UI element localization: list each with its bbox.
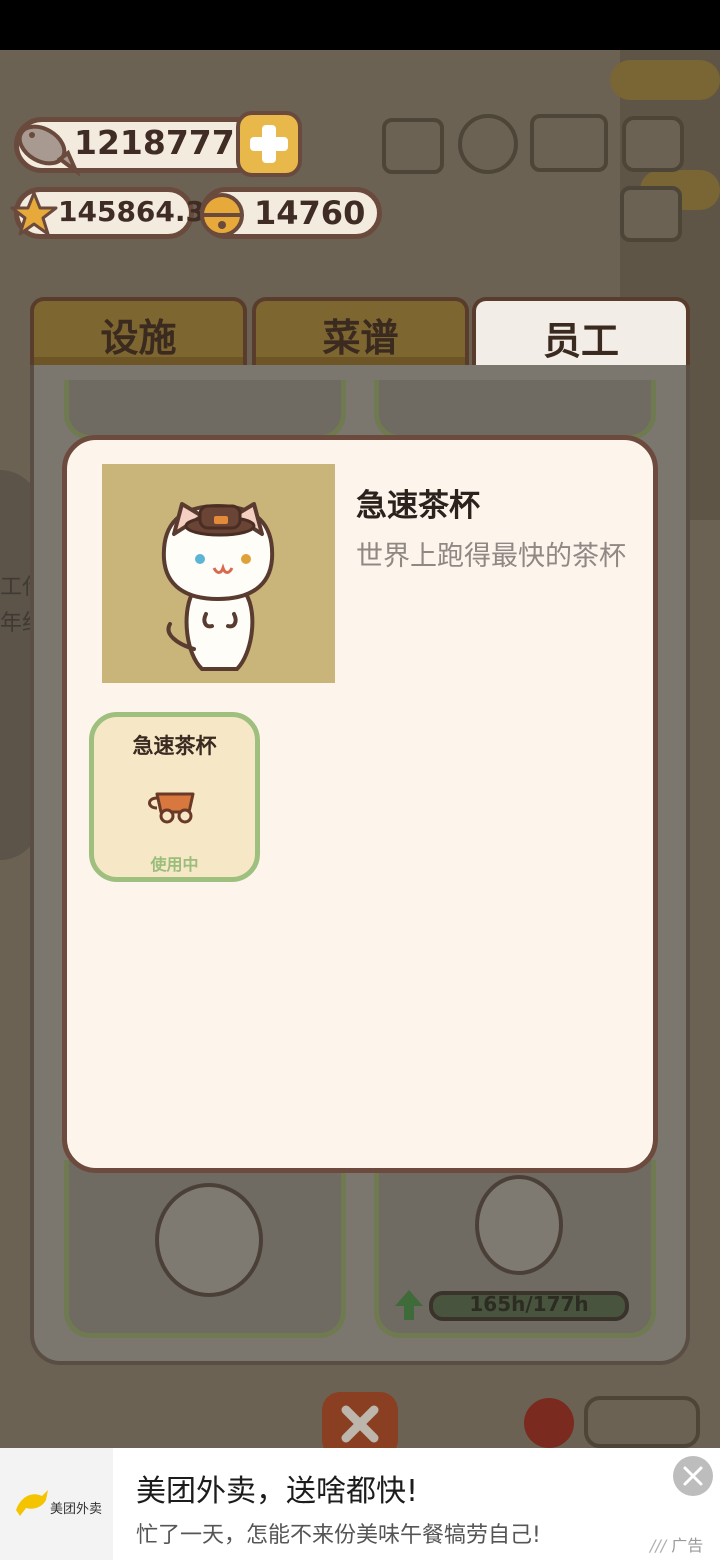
upgrade-arrow-icon xyxy=(393,1288,425,1322)
star-icon xyxy=(8,190,60,238)
star-count: 145864.3 xyxy=(58,195,206,228)
staff-card[interactable] xyxy=(64,1160,346,1338)
ad-brand-text: 美团外卖 xyxy=(50,1502,103,1517)
ad-subtitle[interactable]: 忙了一天，怎能不来份美味午餐犒劳自己! xyxy=(136,1517,541,1549)
add-fish-button[interactable] xyxy=(236,111,302,177)
skin-title: 急速茶杯 xyxy=(356,488,480,524)
skin-description: 世界上跑得最快的茶杯 xyxy=(356,541,626,572)
skin-in-use-label: 使用中 xyxy=(150,855,199,874)
ad-logo[interactable]: 美团外卖 xyxy=(0,1448,113,1560)
shelf-plank xyxy=(610,60,720,100)
fish-icon xyxy=(10,113,81,178)
staff-card[interactable] xyxy=(64,380,346,440)
tab-staff[interactable]: 员工 xyxy=(472,297,690,373)
teacup-cart-icon xyxy=(143,786,207,826)
skin-option-name: 急速茶杯 xyxy=(132,734,217,758)
menu-button[interactable] xyxy=(584,1396,700,1448)
cat-staff-image xyxy=(155,1183,263,1297)
cat-with-hat-image xyxy=(161,502,275,671)
work-timer-text: 165h/177h xyxy=(469,1292,589,1316)
ranking-icon[interactable] xyxy=(382,118,444,174)
staff-portrait xyxy=(102,464,335,683)
plus-icon xyxy=(250,125,288,163)
status-bar xyxy=(0,0,720,50)
alert-icon[interactable] xyxy=(524,1398,574,1448)
book-icon[interactable] xyxy=(530,114,608,172)
kangaroo-logo-icon xyxy=(16,1490,48,1516)
cat-staff-image xyxy=(475,1175,563,1275)
tab-facilities[interactable]: 设施 xyxy=(30,297,247,369)
gear-icon[interactable] xyxy=(458,114,518,174)
tab-facilities-label: 设施 xyxy=(100,316,177,360)
fish-count: 12187774 xyxy=(74,123,258,162)
staff-card[interactable] xyxy=(374,380,656,440)
ad-close-button[interactable] xyxy=(673,1456,713,1496)
ad-tag-label: 广告 xyxy=(671,1536,704,1555)
tab-recipes-label: 菜谱 xyxy=(322,316,399,360)
ad-mark-icon: /// xyxy=(650,1536,667,1555)
ad-tag: /// 广告 xyxy=(650,1532,703,1556)
bell-icon xyxy=(196,187,252,243)
camera-icon[interactable] xyxy=(622,116,684,172)
notebook-icon[interactable] xyxy=(620,186,682,242)
bell-count: 14760 xyxy=(254,194,366,232)
tab-recipes[interactable]: 菜谱 xyxy=(252,297,469,369)
ad-title[interactable]: 美团外卖，送啥都快! xyxy=(136,1466,418,1510)
close-icon xyxy=(683,1466,703,1486)
tab-staff-label: 员工 xyxy=(542,319,619,363)
